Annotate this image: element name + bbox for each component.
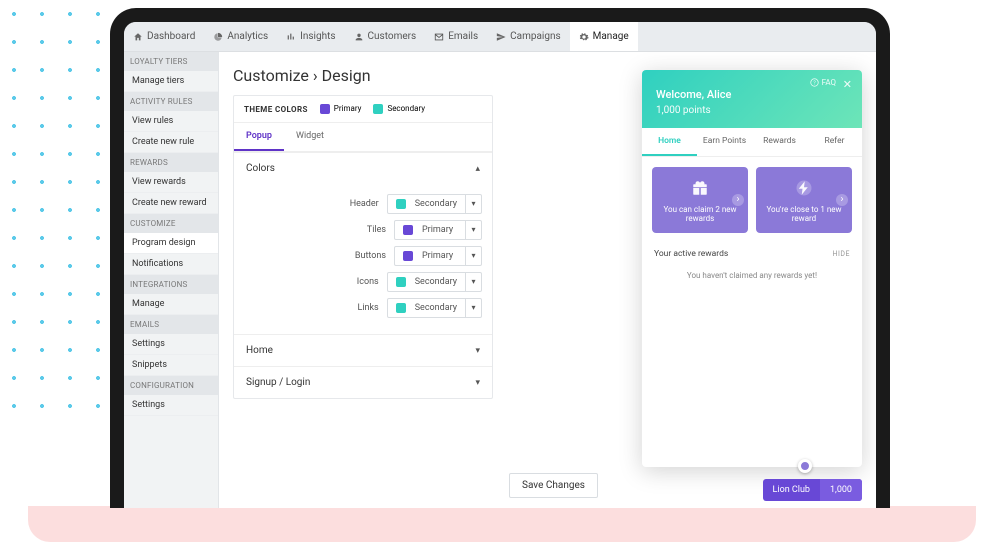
sidebar: Loyalty TiersManage tiersActivity RulesV… xyxy=(124,52,219,508)
nav-emails[interactable]: Emails xyxy=(425,22,487,51)
widget-preview: ? FAQ ✕ Welcome, Alice 1,000 points Home… xyxy=(642,70,862,467)
nav-customers[interactable]: Customers xyxy=(345,22,426,51)
sidebar-item-settings[interactable]: Settings xyxy=(124,334,218,355)
chevron-down-icon: ▾ xyxy=(475,378,480,388)
mail-icon xyxy=(434,32,444,42)
color-row-links: LinksSecondary▾ xyxy=(244,298,482,318)
sidebar-item-manage[interactable]: Manage xyxy=(124,294,218,315)
sidebar-head: Activity Rules xyxy=(124,92,218,111)
page-title: Customize › Design xyxy=(233,66,493,85)
nav-analytics[interactable]: Analytics xyxy=(204,22,277,51)
gift-icon xyxy=(691,179,709,197)
widget-welcome: Welcome, Alice xyxy=(656,88,848,101)
chevron-right-icon: › xyxy=(836,194,848,206)
laptop-screen: DashboardAnalyticsInsightsCustomersEmail… xyxy=(110,8,890,508)
nav-insights[interactable]: Insights xyxy=(277,22,344,51)
color-row-header: HeaderSecondary▾ xyxy=(244,194,482,214)
users-icon xyxy=(354,32,364,42)
sidebar-item-notifications[interactable]: Notifications xyxy=(124,254,218,275)
empty-rewards: You haven't claimed any rewards yet! xyxy=(642,265,862,294)
sidebar-head: Customize xyxy=(124,214,218,233)
chevron-down-icon: ▾ xyxy=(475,346,480,356)
chevron-down-icon: ▾ xyxy=(465,299,481,317)
sidebar-item-program-design[interactable]: Program design xyxy=(124,233,218,254)
section-home[interactable]: Home▾ xyxy=(234,334,492,366)
sidebar-head: Loyalty Tiers xyxy=(124,52,218,71)
nav-manage[interactable]: Manage xyxy=(570,22,638,51)
sidebar-item-snippets[interactable]: Snippets xyxy=(124,355,218,376)
widget-tab-rewards[interactable]: Rewards xyxy=(752,128,807,156)
svg-text:?: ? xyxy=(813,80,816,86)
theme-primary: Primary xyxy=(320,104,362,114)
chevron-right-icon: › xyxy=(732,194,744,206)
section-signup[interactable]: Signup / Login▾ xyxy=(234,366,492,398)
faq-link[interactable]: ? FAQ xyxy=(810,78,836,87)
color-select-tiles[interactable]: Primary▾ xyxy=(394,220,482,240)
color-select-icons[interactable]: Secondary▾ xyxy=(387,272,482,292)
hide-link[interactable]: HIDE xyxy=(833,250,850,258)
nav-dashboard[interactable]: Dashboard xyxy=(124,22,204,51)
sidebar-item-view-rules[interactable]: View rules xyxy=(124,111,218,132)
send-icon xyxy=(496,32,506,42)
widget-card-claim[interactable]: You can claim 2 new rewards › xyxy=(652,167,748,233)
active-rewards-label: Your active rewards xyxy=(654,249,728,259)
subtab-popup[interactable]: Popup xyxy=(234,123,284,151)
sidebar-head: Integrations xyxy=(124,275,218,294)
bars-icon xyxy=(286,32,296,42)
sidebar-item-manage-tiers[interactable]: Manage tiers xyxy=(124,71,218,92)
close-icon[interactable]: ✕ xyxy=(843,78,852,91)
sidebar-head: Emails xyxy=(124,315,218,334)
sidebar-head: Configuration xyxy=(124,376,218,395)
chevron-down-icon: ▾ xyxy=(465,273,481,291)
widget-points: 1,000 points xyxy=(656,105,848,116)
color-select-links[interactable]: Secondary▾ xyxy=(387,298,482,318)
theme-colors-row: THEME COLORS Primary Secondary xyxy=(234,96,492,123)
home-icon xyxy=(133,32,143,42)
gear-icon xyxy=(579,32,589,42)
color-row-tiles: TilesPrimary▾ xyxy=(244,220,482,240)
color-select-header[interactable]: Secondary▾ xyxy=(387,194,482,214)
color-select-buttons[interactable]: Primary▾ xyxy=(394,246,482,266)
bolt-icon xyxy=(795,179,813,197)
section-colors[interactable]: Colors▴ xyxy=(234,152,492,184)
sidebar-head: Rewards xyxy=(124,153,218,172)
color-row-buttons: ButtonsPrimary▾ xyxy=(244,246,482,266)
tier-badge[interactable]: Lion Club1,000 xyxy=(763,479,862,501)
top-nav: DashboardAnalyticsInsightsCustomersEmail… xyxy=(124,22,876,52)
chevron-down-icon: ▾ xyxy=(465,247,481,265)
color-row-icons: IconsSecondary▾ xyxy=(244,272,482,292)
chevron-down-icon: ▾ xyxy=(465,221,481,239)
sidebar-item-view-rewards[interactable]: View rewards xyxy=(124,172,218,193)
widget-header: ? FAQ ✕ Welcome, Alice 1,000 points xyxy=(642,70,862,128)
theme-secondary: Secondary xyxy=(373,104,425,114)
pie-icon xyxy=(213,32,223,42)
widget-tab-refer[interactable]: Refer xyxy=(807,128,862,156)
sidebar-item-create-new-reward[interactable]: Create new reward xyxy=(124,193,218,214)
widget-tab-home[interactable]: Home xyxy=(642,128,697,156)
sidebar-item-create-new-rule[interactable]: Create new rule xyxy=(124,132,218,153)
sidebar-item-settings[interactable]: Settings xyxy=(124,395,218,416)
widget-toggle[interactable] xyxy=(798,459,812,473)
laptop-base xyxy=(28,506,976,542)
save-button[interactable]: Save Changes xyxy=(509,473,598,498)
theme-colors-label: THEME COLORS xyxy=(244,105,308,114)
widget-card-close[interactable]: You're close to 1 new reward › xyxy=(756,167,852,233)
design-panel: THEME COLORS Primary Secondary Popup Wid… xyxy=(233,95,493,399)
widget-tab-earn-points[interactable]: Earn Points xyxy=(697,128,752,156)
chevron-down-icon: ▾ xyxy=(465,195,481,213)
chevron-up-icon: ▴ xyxy=(475,164,480,174)
subtab-widget[interactable]: Widget xyxy=(284,123,336,151)
nav-campaigns[interactable]: Campaigns xyxy=(487,22,570,51)
